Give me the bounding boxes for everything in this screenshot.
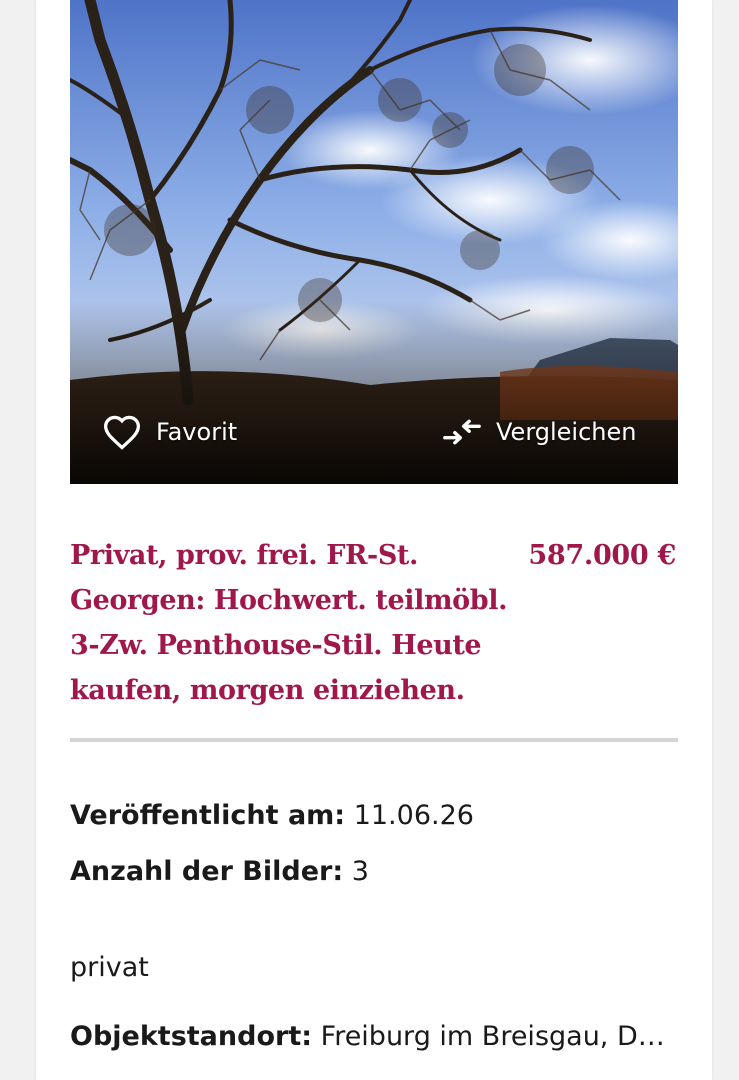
image-count-value: 3 [351, 856, 369, 887]
listing-price: 587.000 € [528, 540, 676, 571]
listing-card[interactable]: Favorit Vergleichen Privat, prov. frei. … [36, 0, 712, 1080]
compare-arrows-icon [442, 412, 482, 452]
published-value: 11.06.26 [353, 800, 474, 831]
seller-type: privat [70, 952, 149, 983]
location-row: Objektstandort: Freiburg im Breisgau, De… [70, 1019, 670, 1055]
image-count-label: Anzahl der Bilder: [70, 856, 344, 887]
compare-label: Vergleichen [496, 418, 637, 446]
divider [70, 738, 678, 742]
listing-title[interactable]: Privat, prov. frei. FR-St. Georgen: Hoch… [70, 533, 525, 713]
image-count-row: Anzahl der Bilder: 3 [70, 854, 670, 890]
compare-button[interactable]: Vergleichen [442, 410, 636, 454]
listing-photo[interactable]: Favorit Vergleichen [70, 0, 678, 484]
location-label: Objektstandort: [70, 1021, 313, 1052]
published-row: Veröffentlicht am: 11.06.26 [70, 798, 670, 834]
location-value: Freiburg im Breisgau, Deut… [320, 1021, 670, 1052]
favorite-button[interactable]: Favorit [102, 410, 237, 454]
favorite-label: Favorit [156, 418, 238, 446]
heart-outline-icon [102, 412, 142, 452]
published-label: Veröffentlicht am: [70, 800, 346, 831]
